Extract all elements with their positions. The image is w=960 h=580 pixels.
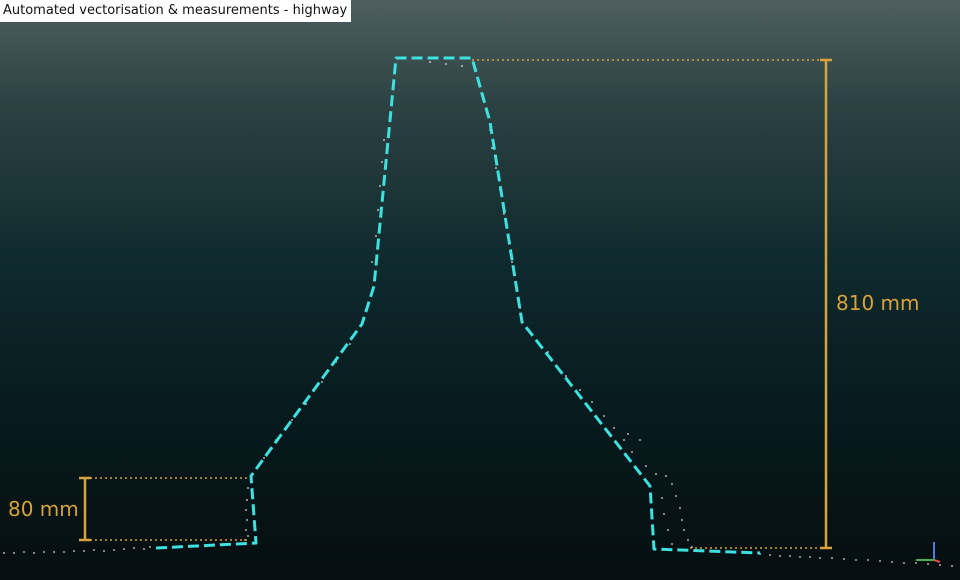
3d-viewport[interactable]: 810 mm 80 mm [0, 0, 960, 580]
step-measurement-label: 80 mm [8, 497, 79, 521]
height-measurement [472, 58, 832, 550]
step-measurement [79, 476, 250, 542]
height-measurement-label: 810 mm [836, 291, 920, 315]
xyz-axis-icon [916, 542, 941, 563]
ground-point-cloud [3, 61, 953, 567]
